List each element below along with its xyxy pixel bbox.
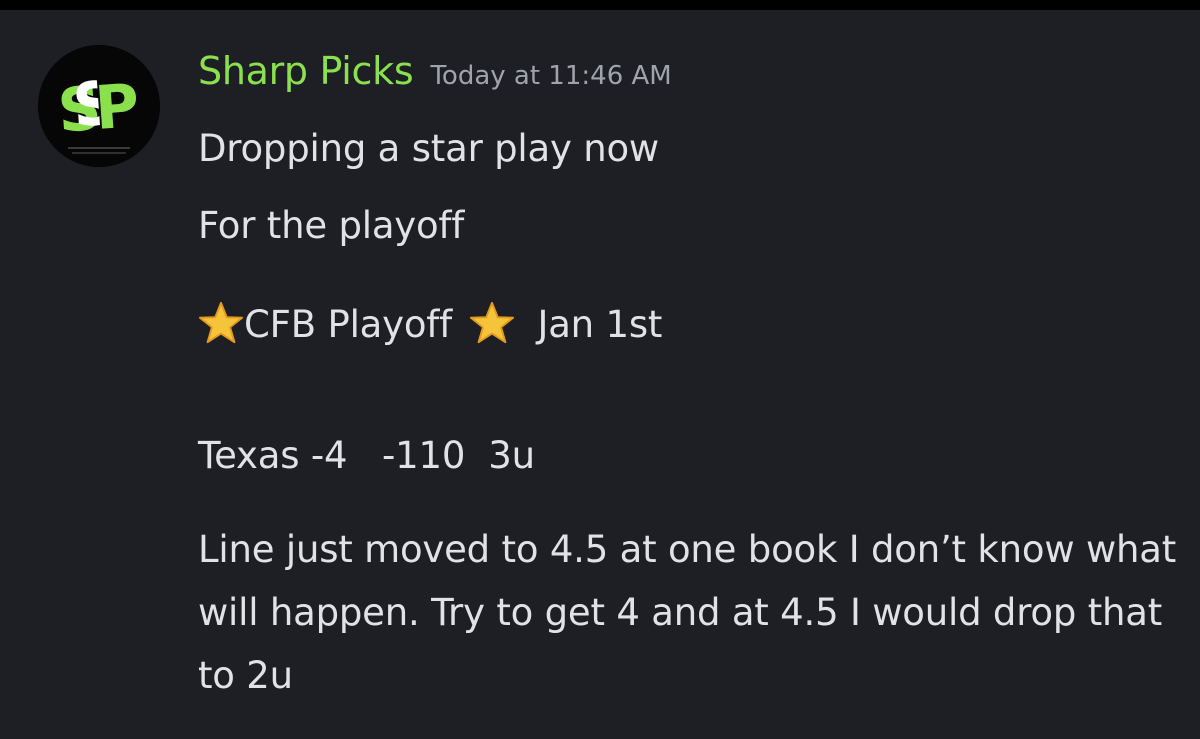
star-emoji-icon xyxy=(198,301,244,344)
message-paragraph: Line just moved to 4.5 at one book I don… xyxy=(198,528,1177,697)
message-line: Dropping a star play now xyxy=(198,127,659,170)
message-header: Sharp Picks Today at 11:46 AM xyxy=(198,52,672,90)
avatar[interactable]: SP S xyxy=(38,45,160,167)
message-line-text: CFB Playoff xyxy=(244,303,452,346)
timestamp[interactable]: Today at 11:46 AM xyxy=(430,61,671,91)
message-line: For the playoff xyxy=(198,204,465,247)
username[interactable]: Sharp Picks xyxy=(198,49,414,93)
chat-message: SP S Sharp Picks Today at 11:46 AM Dropp… xyxy=(0,10,1200,739)
star-emoji-icon xyxy=(470,301,515,344)
message-line-cfb-playoff: CFB Playoff Jan 1st xyxy=(198,300,662,346)
top-edge-bar xyxy=(0,0,1200,10)
bet-line: Texas -4 -110 3u xyxy=(198,434,535,477)
sharp-picks-logo-icon: SP S xyxy=(38,45,160,167)
message-line-date: Jan 1st xyxy=(537,303,663,346)
